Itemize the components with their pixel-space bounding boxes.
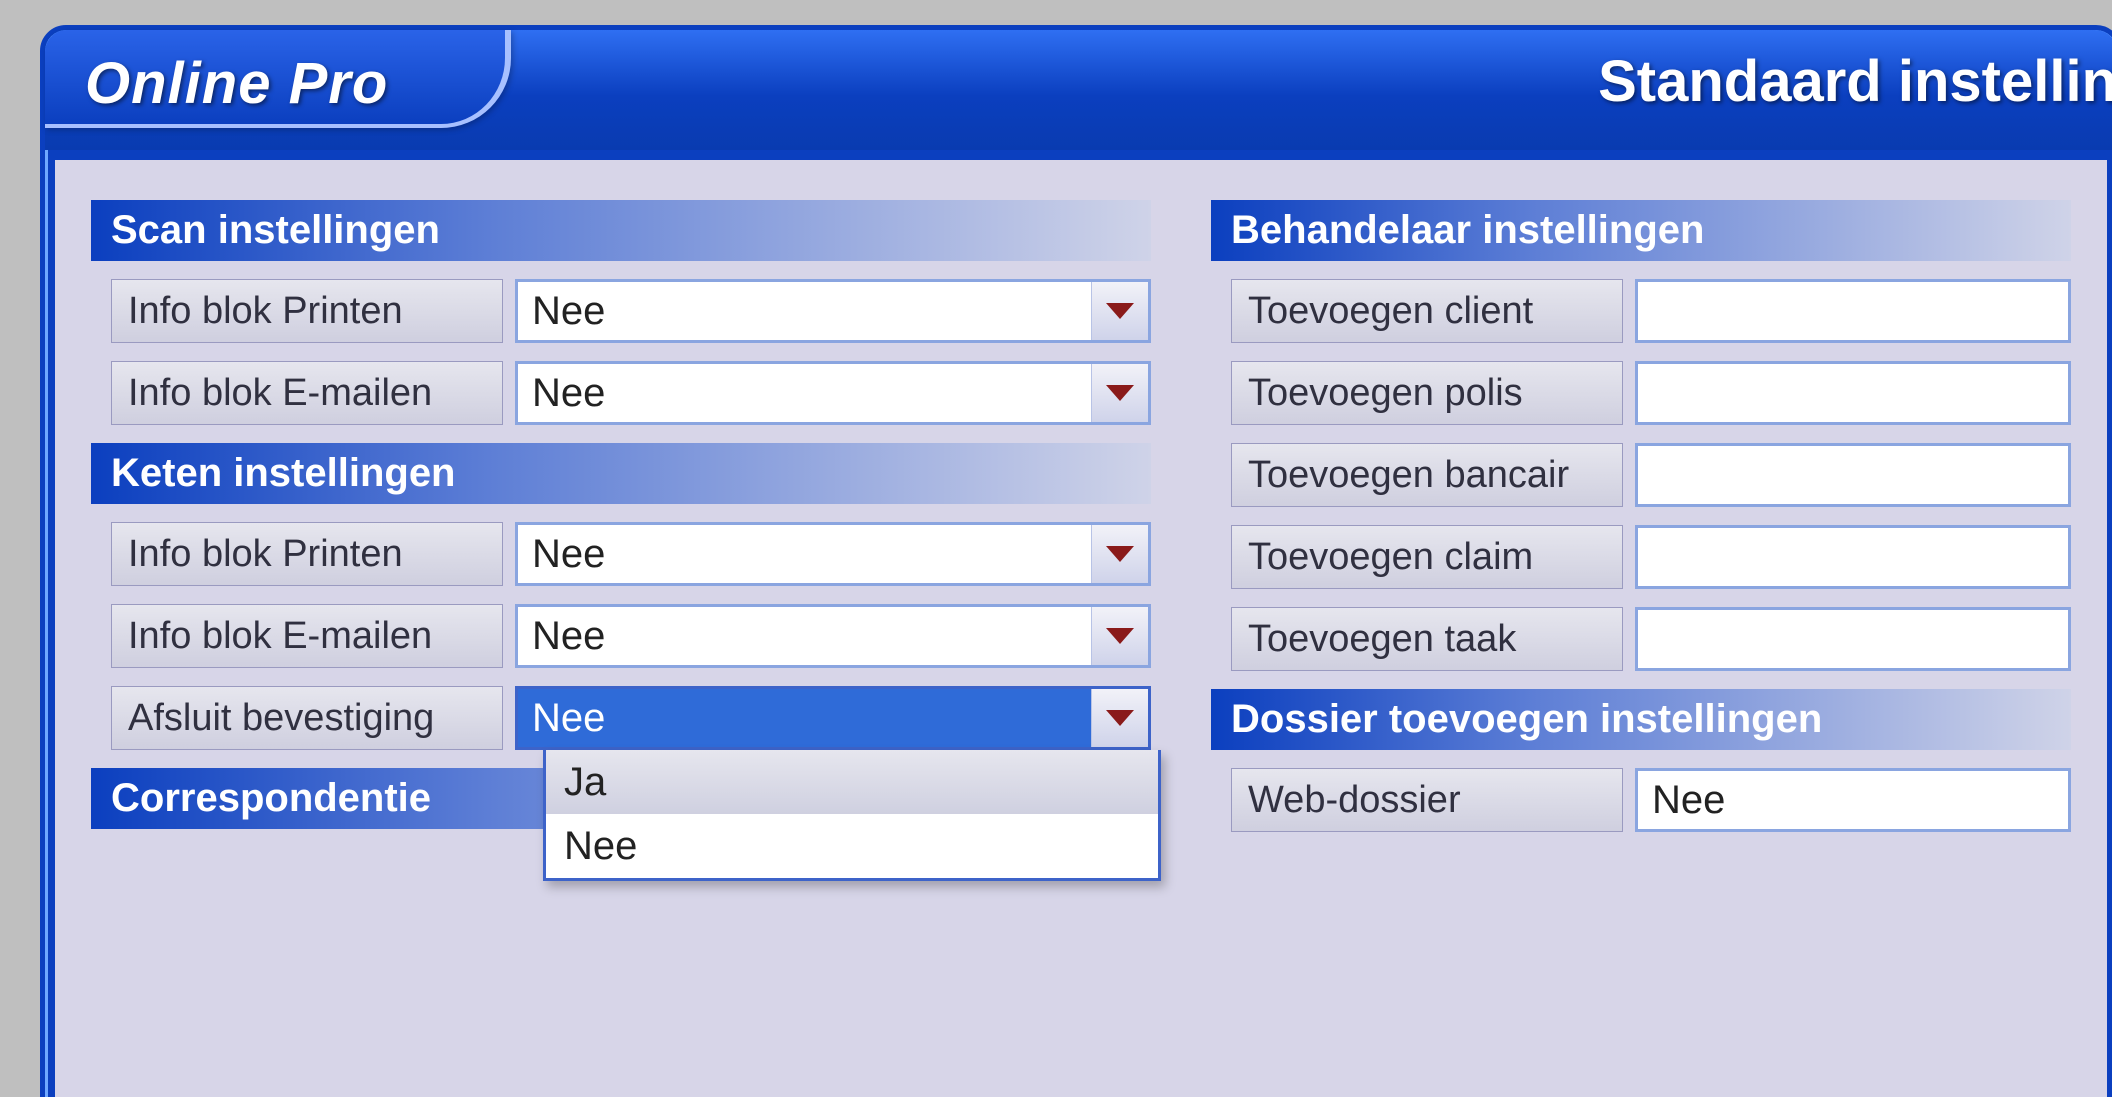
scan-row-email: Info blok E-mailen Nee <box>111 361 1151 425</box>
scan-email-value: Nee <box>518 364 1091 422</box>
behandelaar-row-client: Toevoegen client <box>1231 279 2071 343</box>
dropdown-list: Ja Nee <box>543 750 1161 881</box>
chevron-down-icon <box>1106 385 1134 401</box>
keten-print-combo[interactable]: Nee <box>515 522 1151 586</box>
keten-afsluit-label: Afsluit bevestiging <box>111 686 503 750</box>
behandelaar-row-bancair: Toevoegen bancair <box>1231 443 2071 507</box>
titlebar: Online Pro Standaard instellin <box>45 30 2112 150</box>
scan-row-print: Info blok Printen Nee <box>111 279 1151 343</box>
left-column: Scan instellingen Info blok Printen Nee … <box>91 200 1151 1062</box>
keten-email-value: Nee <box>518 607 1091 665</box>
scan-print-label: Info blok Printen <box>111 279 503 343</box>
chevron-down-icon <box>1106 303 1134 319</box>
behandelaar-bancair-label: Toevoegen bancair <box>1231 443 1623 507</box>
dossier-web-value: Nee <box>1638 771 2068 829</box>
keten-row-email: Info blok E-mailen Nee <box>111 604 1151 668</box>
behandelaar-polis-input[interactable] <box>1635 361 2071 425</box>
keten-row-print: Info blok Printen Nee <box>111 522 1151 586</box>
keten-email-combo[interactable]: Nee <box>515 604 1151 668</box>
settings-window: Online Pro Standaard instellin Scan inst… <box>40 25 2112 1097</box>
behandelaar-client-label: Toevoegen client <box>1231 279 1623 343</box>
scan-print-dropdown-button[interactable] <box>1091 282 1148 340</box>
dropdown-option-ja[interactable]: Ja <box>546 750 1158 814</box>
keten-afsluit-dropdown: Ja Nee <box>543 686 1161 881</box>
behandelaar-client-input[interactable] <box>1635 279 2071 343</box>
scan-heading: Scan instellingen <box>91 200 1151 261</box>
scan-email-label: Info blok E-mailen <box>111 361 503 425</box>
scan-email-dropdown-button[interactable] <box>1091 364 1148 422</box>
behandelaar-taak-label: Toevoegen taak <box>1231 607 1623 671</box>
behandelaar-row-polis: Toevoegen polis <box>1231 361 2071 425</box>
behandelaar-claim-label: Toevoegen claim <box>1231 525 1623 589</box>
scan-print-combo[interactable]: Nee <box>515 279 1151 343</box>
dossier-web-combo[interactable]: Nee <box>1635 768 2071 832</box>
keten-print-label: Info blok Printen <box>111 522 503 586</box>
behandelaar-heading: Behandelaar instellingen <box>1211 200 2071 261</box>
dossier-heading: Dossier toevoegen instellingen <box>1211 689 2071 750</box>
behandelaar-row-taak: Toevoegen taak <box>1231 607 2071 671</box>
keten-email-dropdown-button[interactable] <box>1091 607 1148 665</box>
chevron-down-icon <box>1106 546 1134 562</box>
keten-heading: Keten instellingen <box>91 443 1151 504</box>
page-title: Standaard instellin <box>1598 48 2112 115</box>
content-area: Scan instellingen Info blok Printen Nee … <box>55 160 2107 1097</box>
dossier-row-web: Web-dossier Nee <box>1231 768 2071 832</box>
keten-print-value: Nee <box>518 525 1091 583</box>
scan-email-combo[interactable]: Nee <box>515 361 1151 425</box>
scan-print-value: Nee <box>518 282 1091 340</box>
behandelaar-bancair-input[interactable] <box>1635 443 2071 507</box>
keten-print-dropdown-button[interactable] <box>1091 525 1148 583</box>
chevron-down-icon <box>1106 628 1134 644</box>
app-title: Online Pro <box>85 50 388 117</box>
keten-row-afsluit: Afsluit bevestiging Nee Ja Nee <box>111 686 1151 750</box>
dropdown-option-nee[interactable]: Nee <box>546 814 1158 878</box>
behandelaar-taak-input[interactable] <box>1635 607 2071 671</box>
dossier-web-label: Web-dossier <box>1231 768 1623 832</box>
keten-email-label: Info blok E-mailen <box>111 604 503 668</box>
behandelaar-claim-input[interactable] <box>1635 525 2071 589</box>
behandelaar-row-claim: Toevoegen claim <box>1231 525 2071 589</box>
right-column: Behandelaar instellingen Toevoegen clien… <box>1211 200 2071 1062</box>
behandelaar-polis-label: Toevoegen polis <box>1231 361 1623 425</box>
